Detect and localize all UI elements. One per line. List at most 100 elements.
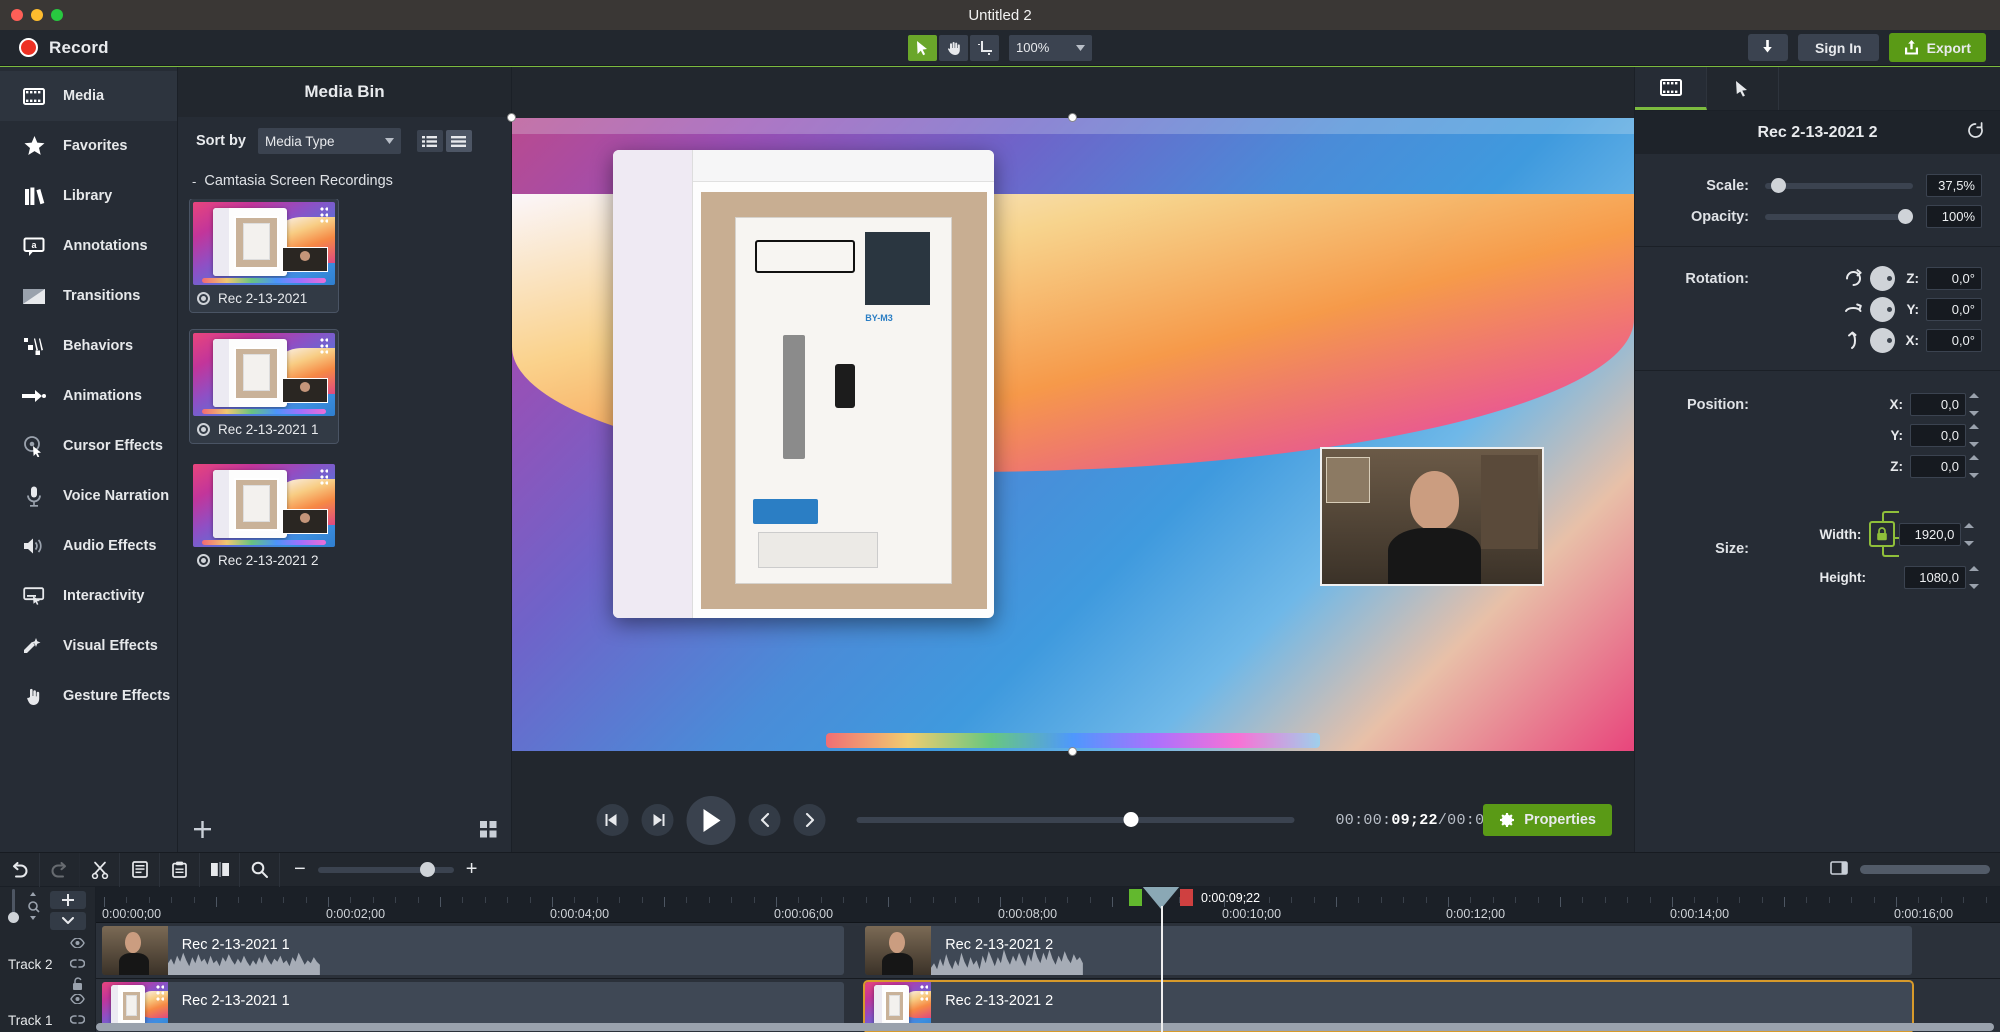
rotation-x-dial[interactable] (1870, 328, 1895, 353)
position-y-input[interactable]: 0,0 (1910, 424, 1966, 447)
rotation-z-input[interactable]: 0,0° (1926, 267, 1982, 290)
undo-button[interactable] (0, 853, 40, 887)
cursor-properties-tab[interactable] (1707, 67, 1779, 110)
scale-slider[interactable] (1765, 183, 1913, 189)
position-x-input[interactable]: 0,0 (1910, 393, 1966, 416)
record-button[interactable]: Record (0, 38, 109, 58)
cut-button[interactable] (80, 853, 120, 887)
timeline-vertical-scrollbar[interactable] (1860, 865, 1990, 874)
add-track-button[interactable] (50, 891, 86, 909)
step-forward-button[interactable] (642, 804, 674, 836)
timeline-zoom-knob[interactable] (420, 862, 435, 877)
position-x-stepper[interactable] (1969, 393, 1982, 416)
maximize-window-button[interactable] (51, 9, 63, 21)
timeline-clip[interactable]: Rec 2-13-2021 2 (865, 926, 1912, 975)
resize-handle-tl[interactable] (507, 113, 516, 122)
list-view-button[interactable] (417, 130, 443, 152)
media-group-header[interactable]: - Camtasia Screen Recordings (178, 165, 511, 199)
master-volume-slider[interactable] (8, 889, 18, 923)
window-controls[interactable] (0, 9, 63, 21)
prev-marker-button[interactable] (749, 804, 781, 836)
timeline-tracks[interactable]: 0:00:00;000:00:02;000:00:04;000:00:06;00… (96, 887, 2000, 1032)
media-item[interactable]: Rec 2-13-2021 2 (190, 461, 338, 574)
download-button[interactable] (1748, 34, 1788, 61)
position-z-input[interactable]: 0,0 (1910, 455, 1966, 478)
height-stepper[interactable] (1969, 566, 1982, 589)
eye-icon[interactable] (70, 935, 85, 951)
reset-icon[interactable] (1967, 122, 1984, 144)
sidebar-item-annotations[interactable]: a Annotations (0, 221, 177, 271)
properties-button[interactable]: Properties (1483, 804, 1612, 836)
resize-handle-t[interactable] (1068, 113, 1077, 122)
sidebar-item-visual-effects[interactable]: Visual Effects (0, 621, 177, 671)
media-item[interactable]: Rec 2-13-2021 1 (190, 330, 338, 443)
playhead-marker[interactable]: 0:00:09;22 (1129, 889, 1260, 906)
webcam-overlay[interactable] (1320, 447, 1544, 586)
redo-button[interactable] (40, 853, 80, 887)
opacity-slider[interactable] (1765, 214, 1913, 220)
sidebar-item-media[interactable]: Media (0, 71, 177, 121)
timeline-horizontal-scrollbar[interactable] (96, 1023, 1994, 1031)
playback-scrubber[interactable] (857, 817, 1295, 823)
sidebar-item-transitions[interactable]: Transitions (0, 271, 177, 321)
playhead-out-point[interactable] (1180, 889, 1193, 906)
timeline-zoom-in-button[interactable]: + (466, 858, 478, 881)
rotation-x-input[interactable]: 0,0° (1926, 329, 1982, 352)
media-properties-tab[interactable] (1635, 67, 1707, 110)
detail-view-button[interactable] (446, 130, 472, 152)
scale-value-input[interactable]: 37,5% (1926, 174, 1982, 197)
opacity-slider-knob[interactable] (1898, 209, 1913, 224)
rotation-y-input[interactable]: 0,0° (1926, 298, 1982, 321)
paste-button[interactable] (160, 853, 200, 887)
media-item[interactable]: Rec 2-13-2021 (190, 199, 338, 312)
sidebar-item-cursor-effects[interactable]: Cursor Effects (0, 421, 177, 471)
export-button[interactable]: Export (1889, 33, 1986, 62)
timeline-ruler[interactable]: 0:00:00;000:00:02;000:00:04;000:00:06;00… (96, 887, 2000, 923)
play-button[interactable] (687, 796, 736, 845)
close-window-button[interactable] (11, 9, 23, 21)
sidebar-item-gesture-effects[interactable]: Gesture Effects (0, 671, 177, 721)
timeline-zoom-slider[interactable] (318, 867, 454, 873)
crop-tool[interactable] (970, 35, 999, 61)
rotation-z-dial[interactable] (1870, 266, 1895, 291)
sidebar-item-animations[interactable]: Animations (0, 371, 177, 421)
add-media-button[interactable] (194, 821, 211, 841)
pointer-tool[interactable] (908, 35, 937, 61)
timeline-zoom-out-button[interactable]: − (294, 858, 306, 881)
zoom-level-select[interactable]: 100% (1009, 35, 1092, 61)
height-input[interactable]: 1080,0 (1904, 566, 1966, 589)
opacity-value-input[interactable]: 100% (1926, 205, 1982, 228)
sidebar-item-voice-narration[interactable]: Voice Narration (0, 471, 177, 521)
scrubber-knob[interactable] (1124, 812, 1139, 827)
next-marker-button[interactable] (794, 804, 826, 836)
group-collapse-caret[interactable]: - (192, 174, 196, 189)
collapse-tracks-button[interactable] (50, 912, 86, 930)
zoom-to-fit-button[interactable] (240, 853, 280, 887)
sidebar-item-favorites[interactable]: Favorites (0, 121, 177, 171)
hand-tool[interactable] (939, 35, 968, 61)
preview-stage[interactable]: BY-M3 (512, 118, 1634, 751)
scale-slider-knob[interactable] (1771, 178, 1786, 193)
width-input[interactable]: 1920,0 (1899, 523, 1961, 546)
link-icon[interactable] (70, 956, 85, 972)
timeline-clip[interactable]: Rec 2-13-2021 1 (102, 926, 845, 975)
link-icon[interactable] (70, 1012, 85, 1028)
sidebar-item-audio-effects[interactable]: Audio Effects (0, 521, 177, 571)
width-stepper[interactable] (1964, 523, 1977, 546)
step-back-button[interactable] (597, 804, 629, 836)
sidebar-item-interactivity[interactable]: Interactivity (0, 571, 177, 621)
rotation-y-dial[interactable] (1870, 297, 1895, 322)
lock-icon[interactable] (1869, 521, 1895, 547)
zoom-fit-tracks-icon[interactable] (26, 892, 40, 923)
resize-handle-b[interactable] (1068, 747, 1077, 756)
eye-icon[interactable] (70, 991, 85, 1007)
minimize-window-button[interactable] (31, 9, 43, 21)
track-row[interactable]: Rec 2-13-2021 1 Rec 2-13-2021 2 (96, 923, 2000, 979)
sort-by-select[interactable]: Media Type (258, 128, 401, 154)
position-z-stepper[interactable] (1969, 455, 1982, 478)
playhead-in-point[interactable] (1129, 889, 1142, 906)
detach-timeline-button[interactable] (1830, 861, 1848, 878)
position-y-stepper[interactable] (1969, 424, 1982, 447)
sign-in-button[interactable]: Sign In (1798, 34, 1879, 61)
aspect-lock[interactable] (1869, 508, 1895, 560)
